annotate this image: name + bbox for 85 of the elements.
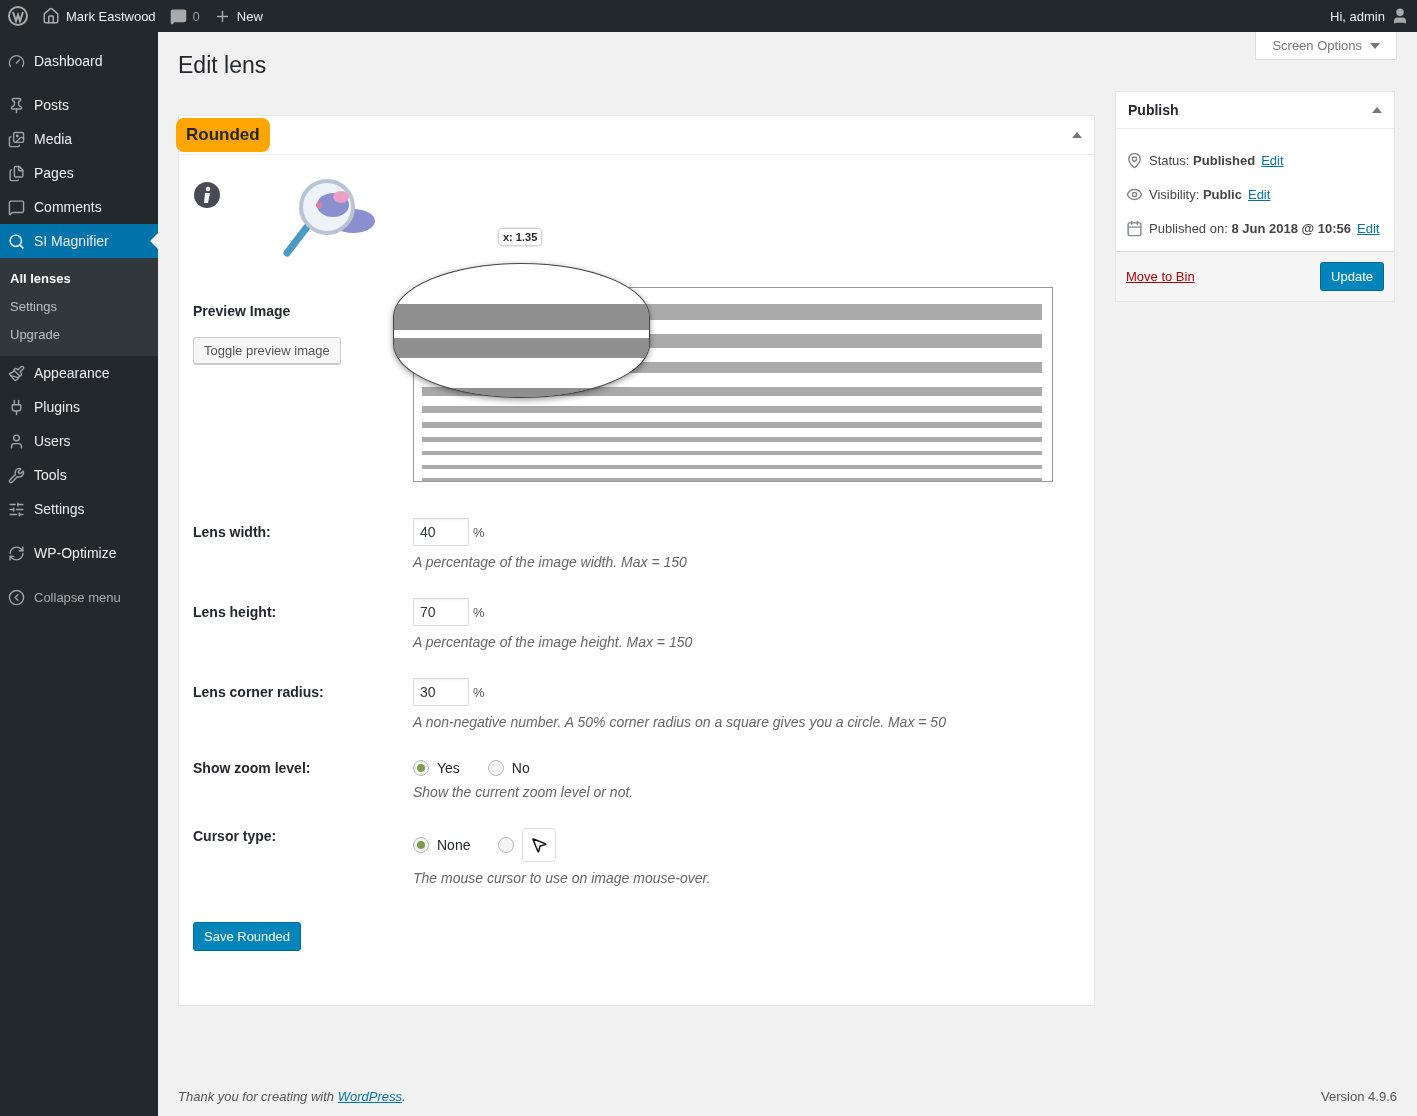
submenu-item[interactable]: All lenses: [0, 264, 158, 292]
publish-detail: Published on: 8 Jun 2018 @ 10:56: [1149, 220, 1352, 236]
home-icon: [42, 7, 60, 25]
edit-link[interactable]: Edit: [1261, 152, 1284, 168]
sidebar-item[interactable]: WP-Optimize: [0, 536, 158, 570]
sidebar-item[interactable]: Posts: [0, 88, 158, 122]
screen-options-button[interactable]: Screen Options: [1255, 32, 1397, 60]
user-icon: [8, 432, 25, 450]
magnifier-icon: [8, 232, 25, 250]
radio-label: No: [511, 760, 530, 776]
field-label: Lens height:: [193, 603, 278, 620]
cursor-icon: [530, 836, 549, 854]
sidebar-item[interactable]: Users: [0, 424, 158, 458]
sidebar-item[interactable]: Media: [0, 122, 158, 156]
move-to-bin-link[interactable]: Move to Bin: [1126, 269, 1195, 284]
pages-icon: [8, 164, 25, 182]
field-label: Lens corner radius:: [193, 683, 325, 700]
unit-label: %: [473, 605, 485, 620]
version-label: Version 4.9.6: [1321, 1089, 1397, 1104]
save-button[interactable]: Save Rounded: [193, 922, 301, 951]
submenu-item[interactable]: Settings: [0, 292, 158, 320]
images-icon: [8, 130, 25, 148]
publish-detail: Visibility: Public: [1149, 186, 1242, 202]
field-label: Lens width:: [193, 523, 272, 540]
footer-credit: Thank you for creating with WordPress.: [178, 1089, 406, 1104]
sidebar-item[interactable]: Appearance: [0, 356, 158, 390]
publish-detail: Status: Published: [1149, 152, 1256, 168]
radio-label: None: [437, 837, 471, 853]
site-name-link[interactable]: Mark Eastwood: [66, 8, 156, 24]
radio-label: Yes: [437, 760, 460, 776]
sidebar-item[interactable]: Dashboard: [0, 44, 158, 78]
update-button[interactable]: Update: [1320, 262, 1384, 291]
sidebar-item[interactable]: SI Magnifier: [0, 224, 158, 258]
field-hint: A percentage of the image width. Max = 150: [413, 554, 688, 570]
publish-title: Publish: [1128, 102, 1179, 118]
number-input[interactable]: 30: [413, 678, 469, 706]
number-input[interactable]: 70: [413, 598, 469, 626]
pin-icon: [8, 96, 25, 114]
toggle-preview-button[interactable]: Toggle preview image: [193, 337, 341, 364]
edit-link[interactable]: Edit: [1357, 220, 1380, 236]
user-icon: [1391, 7, 1409, 25]
collapse-toggle-icon[interactable]: [1072, 132, 1082, 138]
pin-icon: [1126, 151, 1143, 169]
unit-label: %: [473, 525, 485, 540]
sidebar-item[interactable]: Settings: [0, 492, 158, 526]
sidebar-item[interactable]: Plugins: [0, 390, 158, 424]
sidebar-item[interactable]: Comments: [0, 190, 158, 224]
new-link[interactable]: New: [236, 8, 263, 24]
radio-button[interactable]: [413, 837, 429, 853]
gauge-icon: [8, 52, 25, 70]
refresh-icon: [8, 544, 25, 562]
greeting-link[interactable]: Hi, admin: [1330, 8, 1385, 24]
calendar-icon: [1126, 219, 1143, 237]
paintbrush-icon: [8, 364, 25, 382]
zoom-level-label: x: 1.35: [499, 229, 542, 245]
sliders-icon: [8, 500, 25, 518]
collapse-icon: [8, 588, 25, 606]
cursor-option[interactable]: [522, 828, 557, 862]
radio-button[interactable]: [413, 760, 429, 776]
radio-button[interactable]: [498, 837, 515, 853]
info-icon: [193, 181, 221, 209]
submenu-item[interactable]: Upgrade: [0, 320, 158, 348]
radio-button[interactable]: [487, 760, 504, 776]
sidebar-item[interactable]: Tools: [0, 458, 158, 492]
field-hint: Show the current zoom level or not.: [413, 784, 635, 800]
field-label: Show zoom level:: [193, 760, 312, 776]
field-hint: A non-negative number. A 50% corner radius on a square gives you a circle. Max = 50: [413, 714, 947, 730]
field-label: Preview Image: [193, 303, 292, 319]
number-input[interactable]: 40: [413, 518, 469, 546]
sidebar-item[interactable]: Pages: [0, 156, 158, 190]
wordpress-link[interactable]: WordPress: [337, 1089, 402, 1104]
page-title: Edit lens: [178, 52, 268, 79]
unit-label: %: [473, 685, 485, 700]
collapse-menu-button[interactable]: Collapse menu: [0, 580, 158, 614]
comment-count[interactable]: 0: [192, 8, 200, 24]
edit-link[interactable]: Edit: [1247, 186, 1271, 202]
wrench-icon: [8, 466, 25, 484]
field-label: Cursor type:: [193, 828, 278, 844]
lens-name-badge: Rounded: [176, 118, 270, 152]
collapse-toggle-icon[interactable]: [1372, 107, 1382, 113]
field-hint: The mouse cursor to use on image mouse-over.: [413, 870, 712, 886]
field-hint: A percentage of the image height. Max = 150: [413, 634, 694, 650]
comment-icon: [169, 7, 187, 25]
speech-bubble-icon: [8, 198, 25, 216]
logo-icon[interactable]: [8, 6, 28, 26]
